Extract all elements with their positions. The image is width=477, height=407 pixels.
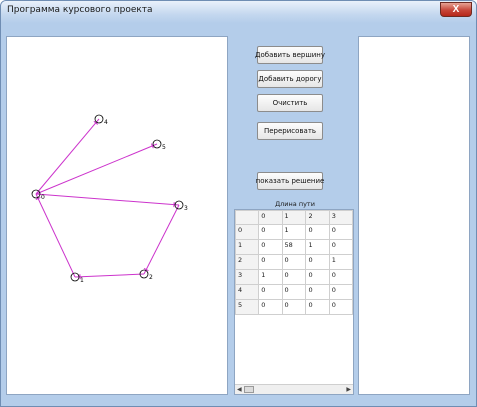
scrollbar-thumb[interactable]: [244, 386, 254, 393]
title-bar[interactable]: Программа курсового проекта X: [1, 1, 476, 23]
horizontal-scrollbar[interactable]: ◀ ▶: [235, 384, 353, 394]
grid-cell[interactable]: 0: [281, 269, 307, 285]
grid-cell[interactable]: 0: [305, 224, 330, 240]
vertex-label: 3: [184, 205, 188, 212]
graph-canvas[interactable]: 0 1 2 3 4 5: [6, 36, 228, 395]
grid-row-header: 4: [235, 284, 260, 300]
grid-row-header: 1: [235, 239, 260, 255]
grid-row-header: 5: [235, 299, 260, 315]
grid-cell[interactable]: 0: [328, 299, 353, 315]
grid-cell[interactable]: 0: [281, 299, 307, 315]
graph-edge: [74, 273, 145, 278]
close-button[interactable]: X: [440, 2, 472, 17]
vertex-label: 2: [149, 274, 153, 281]
scroll-left-icon[interactable]: ◀: [237, 386, 242, 393]
vertex-label: 1: [80, 277, 84, 284]
grid-cell[interactable]: 0: [281, 284, 307, 300]
grid-row: 3 1 0 0 0: [235, 269, 353, 285]
grid-cell[interactable]: 0: [258, 299, 283, 315]
grid-row: 5 0 0 0 0: [235, 299, 353, 315]
grid-header-cell: 1: [281, 210, 307, 225]
graph-edge: [35, 118, 100, 195]
grid-header-cell: 2: [305, 210, 330, 225]
add-vertex-button[interactable]: Добавить вершину: [255, 46, 325, 64]
vertex-label: 0: [41, 194, 45, 201]
graph-edge: [35, 193, 76, 278]
result-panel: [358, 36, 470, 395]
grid-cell[interactable]: 1: [305, 239, 330, 255]
graph-edge: [35, 143, 158, 195]
grid-header-cell: [235, 210, 260, 225]
grid-row-header: 3: [235, 269, 260, 285]
redraw-button[interactable]: Перерисовать: [257, 122, 323, 140]
table-caption: Длина пути: [275, 200, 315, 208]
grid-cell[interactable]: 0: [305, 299, 330, 315]
graph-edge: [143, 204, 180, 275]
grid-cell[interactable]: 0: [258, 224, 283, 240]
path-length-grid[interactable]: 0 1 2 3 0 0 1 0 0 1 0 58 1 0 2 0 0 0 1 3…: [234, 209, 354, 395]
grid-row-header: 2: [235, 254, 260, 270]
grid-table: 0 1 2 3 0 0 1 0 0 1 0 58 1 0 2 0 0 0 1 3…: [235, 210, 353, 315]
grid-row: 1 0 58 1 0: [235, 239, 353, 255]
grid-row-header: 0: [235, 224, 260, 240]
grid-cell[interactable]: 0: [258, 284, 283, 300]
grid-cell[interactable]: 0: [258, 239, 283, 255]
grid-cell[interactable]: 0: [305, 254, 330, 270]
grid-row: 0 0 1 0 0: [235, 224, 353, 240]
vertex-label: 5: [162, 144, 166, 151]
grid-cell[interactable]: 1: [281, 224, 307, 240]
vertex-label: 4: [104, 119, 108, 126]
grid-row: 4 0 0 0 0: [235, 284, 353, 300]
grid-cell[interactable]: 1: [328, 254, 353, 270]
grid-cell[interactable]: 1: [258, 269, 283, 285]
graph-edge: [35, 193, 180, 206]
grid-row: 2 0 0 0 1: [235, 254, 353, 270]
grid-cell[interactable]: 0: [328, 224, 353, 240]
grid-header-row: 0 1 2 3: [235, 210, 353, 225]
grid-header-cell: 0: [258, 210, 283, 225]
scroll-right-icon[interactable]: ▶: [346, 386, 351, 393]
grid-cell[interactable]: 0: [305, 284, 330, 300]
main-window: Программа курсового проекта X 012345 Доб…: [0, 0, 477, 407]
grid-header-cell: 3: [328, 210, 353, 225]
clear-button[interactable]: Очистить: [257, 94, 323, 112]
grid-cell[interactable]: 0: [281, 254, 307, 270]
show-solution-button[interactable]: показать решение: [256, 172, 324, 190]
grid-cell[interactable]: 0: [328, 269, 353, 285]
grid-cell-editing[interactable]: 58: [281, 239, 307, 255]
add-road-button[interactable]: Добавить дорогу: [257, 70, 323, 88]
window-title: Программа курсового проекта: [7, 5, 153, 15]
grid-cell[interactable]: 0: [305, 269, 330, 285]
graph-drawing: 0 1 2 3 4 5: [31, 114, 188, 284]
grid-cell[interactable]: 0: [328, 239, 353, 255]
grid-cell[interactable]: 0: [258, 254, 283, 270]
grid-cell[interactable]: 0: [328, 284, 353, 300]
